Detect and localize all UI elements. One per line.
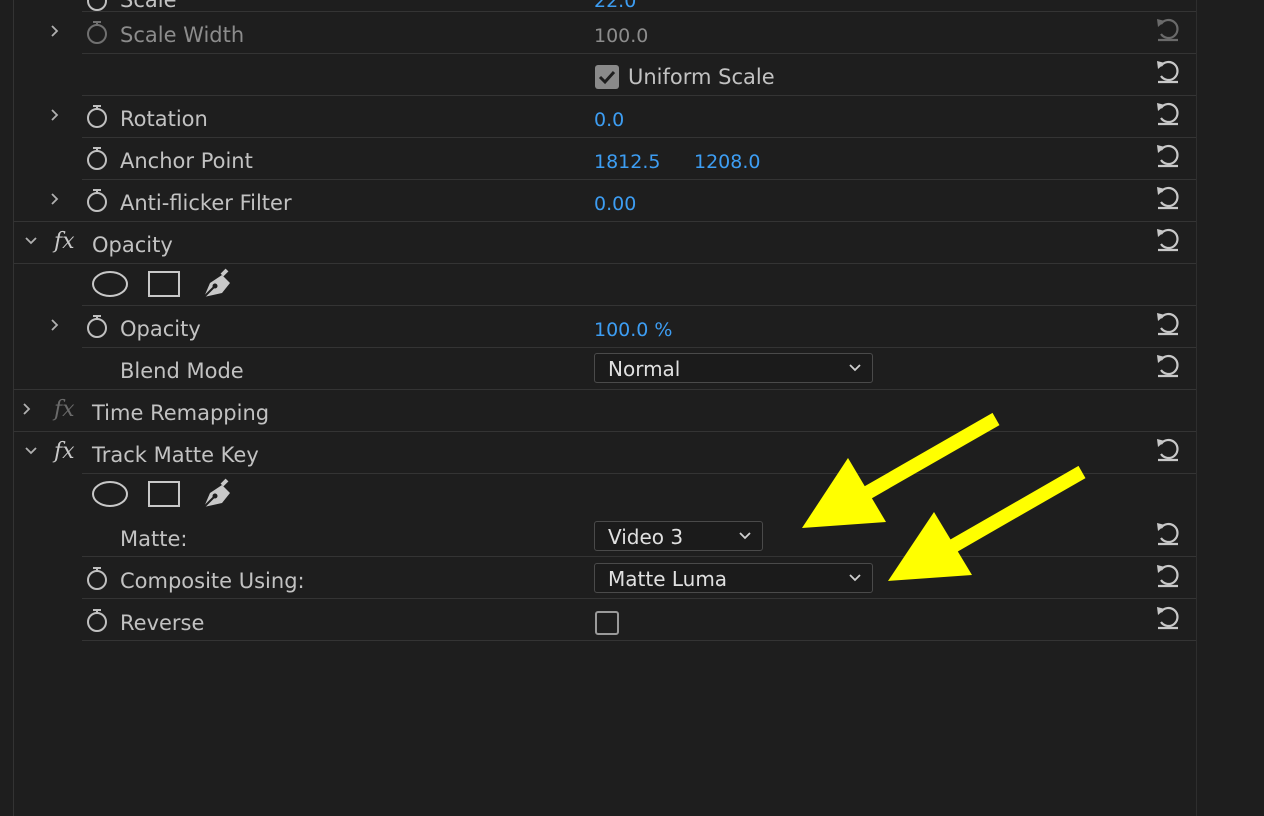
reset-icon[interactable] xyxy=(1154,309,1182,337)
effect-title: Track Matte Key xyxy=(92,443,259,467)
rotation-value[interactable]: 0.0 xyxy=(594,109,624,131)
anti-flicker-value[interactable]: 0.00 xyxy=(594,193,636,215)
panel-right-divider xyxy=(1196,0,1197,816)
chevron-down-icon xyxy=(849,574,861,582)
reset-icon[interactable] xyxy=(1154,561,1182,589)
ellipse-mask-icon[interactable] xyxy=(91,480,129,508)
effect-title: Opacity xyxy=(92,233,173,257)
reverse-checkbox[interactable] xyxy=(595,611,619,635)
property-label: Anti-flicker Filter xyxy=(120,191,292,215)
stopwatch-icon[interactable] xyxy=(85,187,109,213)
property-label: Reverse xyxy=(120,611,205,635)
stopwatch-icon[interactable] xyxy=(85,145,109,171)
property-label: Composite Using: xyxy=(120,569,305,593)
stopwatch-icon[interactable] xyxy=(85,565,109,591)
reset-icon[interactable] xyxy=(1154,57,1182,85)
chevron-down-icon[interactable] xyxy=(24,444,38,458)
row-divider xyxy=(82,473,1196,474)
stopwatch-icon[interactable] xyxy=(85,313,109,339)
reset-icon[interactable] xyxy=(1154,351,1182,379)
row-divider xyxy=(82,556,1196,557)
ellipse-mask-icon[interactable] xyxy=(91,270,129,298)
chevron-down-icon xyxy=(849,364,861,372)
reset-icon[interactable] xyxy=(1154,435,1182,463)
dropdown-value: Video 3 xyxy=(608,525,684,549)
reset-icon xyxy=(1157,18,1179,42)
property-label: Opacity xyxy=(120,317,201,341)
chevron-down-icon xyxy=(739,532,751,540)
stopwatch-icon xyxy=(87,21,107,44)
anchor-point-y-value[interactable]: 1208.0 xyxy=(694,151,760,173)
row-divider xyxy=(82,598,1196,599)
blend-mode-dropdown[interactable]: Normal xyxy=(594,353,873,383)
rectangle-mask-icon[interactable] xyxy=(147,480,181,508)
chevron-right-icon[interactable] xyxy=(20,402,34,416)
chevron-right-icon[interactable] xyxy=(48,318,62,332)
uniform-scale-label: Uniform Scale xyxy=(628,65,775,89)
property-row-rotation xyxy=(82,96,1196,138)
property-label: Blend Mode xyxy=(120,359,244,383)
reset-icon[interactable] xyxy=(1154,603,1182,631)
dropdown-value: Matte Luma xyxy=(608,567,728,591)
reset-icon[interactable] xyxy=(1154,141,1182,169)
property-row-scale: Scale 22.0 xyxy=(82,0,1196,12)
chevron-right-icon[interactable] xyxy=(48,108,62,122)
property-label: Matte: xyxy=(120,527,188,551)
property-label: Anchor Point xyxy=(120,149,253,173)
composite-using-dropdown[interactable]: Matte Luma xyxy=(594,563,873,593)
effect-header-opacity xyxy=(14,222,1196,264)
uniform-scale-checkbox[interactable] xyxy=(595,65,619,89)
row-divider xyxy=(82,640,1196,641)
pen-mask-icon[interactable] xyxy=(200,477,236,511)
fx-icon[interactable]: fx xyxy=(54,229,75,254)
chevron-right-icon[interactable] xyxy=(48,192,62,206)
property-label: Scale Width xyxy=(120,23,245,47)
effect-controls-panel: Scale 22.0 Scale Width 100.0 Uniform Sca… xyxy=(0,0,1264,816)
chevron-right-icon[interactable] xyxy=(48,24,62,38)
fx-icon[interactable]: fx xyxy=(54,439,75,464)
reset-icon[interactable] xyxy=(1154,519,1182,547)
reset-icon[interactable] xyxy=(1154,99,1182,127)
opacity-value[interactable]: 100.0 % xyxy=(594,319,673,341)
anchor-point-x-value[interactable]: 1812.5 xyxy=(594,151,660,173)
mask-tools-row xyxy=(82,264,1196,306)
property-value: 100.0 xyxy=(594,25,649,47)
rectangle-mask-icon[interactable] xyxy=(147,270,181,298)
pen-mask-icon[interactable] xyxy=(200,267,236,301)
property-label: Rotation xyxy=(120,107,208,131)
chevron-down-icon[interactable] xyxy=(24,234,38,248)
yellow-arrow-composite xyxy=(888,465,1086,581)
dropdown-value: Normal xyxy=(608,357,681,381)
reset-icon[interactable] xyxy=(1154,225,1182,253)
effect-title: Time Remapping xyxy=(92,401,270,425)
stopwatch-icon[interactable] xyxy=(85,103,109,129)
matte-dropdown[interactable]: Video 3 xyxy=(594,521,763,551)
stopwatch-icon[interactable] xyxy=(85,607,109,633)
reset-icon[interactable] xyxy=(1154,183,1182,211)
fx-icon: fx xyxy=(54,397,75,422)
